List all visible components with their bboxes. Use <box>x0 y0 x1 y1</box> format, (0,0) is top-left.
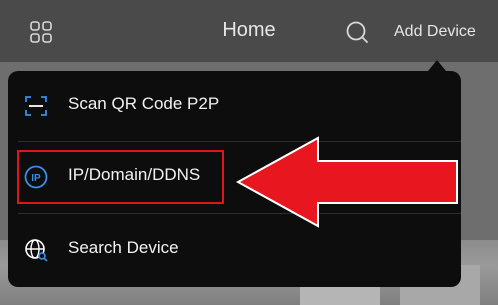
app-bar: Home Add Device <box>0 0 498 62</box>
menu-item-label: Scan QR Code P2P <box>68 94 220 113</box>
search-icon[interactable] <box>345 20 369 44</box>
menu-item-label: Search Device <box>68 238 179 257</box>
highlight-box <box>17 150 224 204</box>
add-device-button[interactable]: Add Device <box>394 23 476 41</box>
red-arrow-annotation <box>235 136 458 228</box>
scan-qr-icon <box>25 96 47 116</box>
menu-caret <box>428 60 446 71</box>
menu-item-scan-qr[interactable]: Scan QR Code P2P <box>8 71 461 141</box>
search-device-icon <box>25 239 48 262</box>
